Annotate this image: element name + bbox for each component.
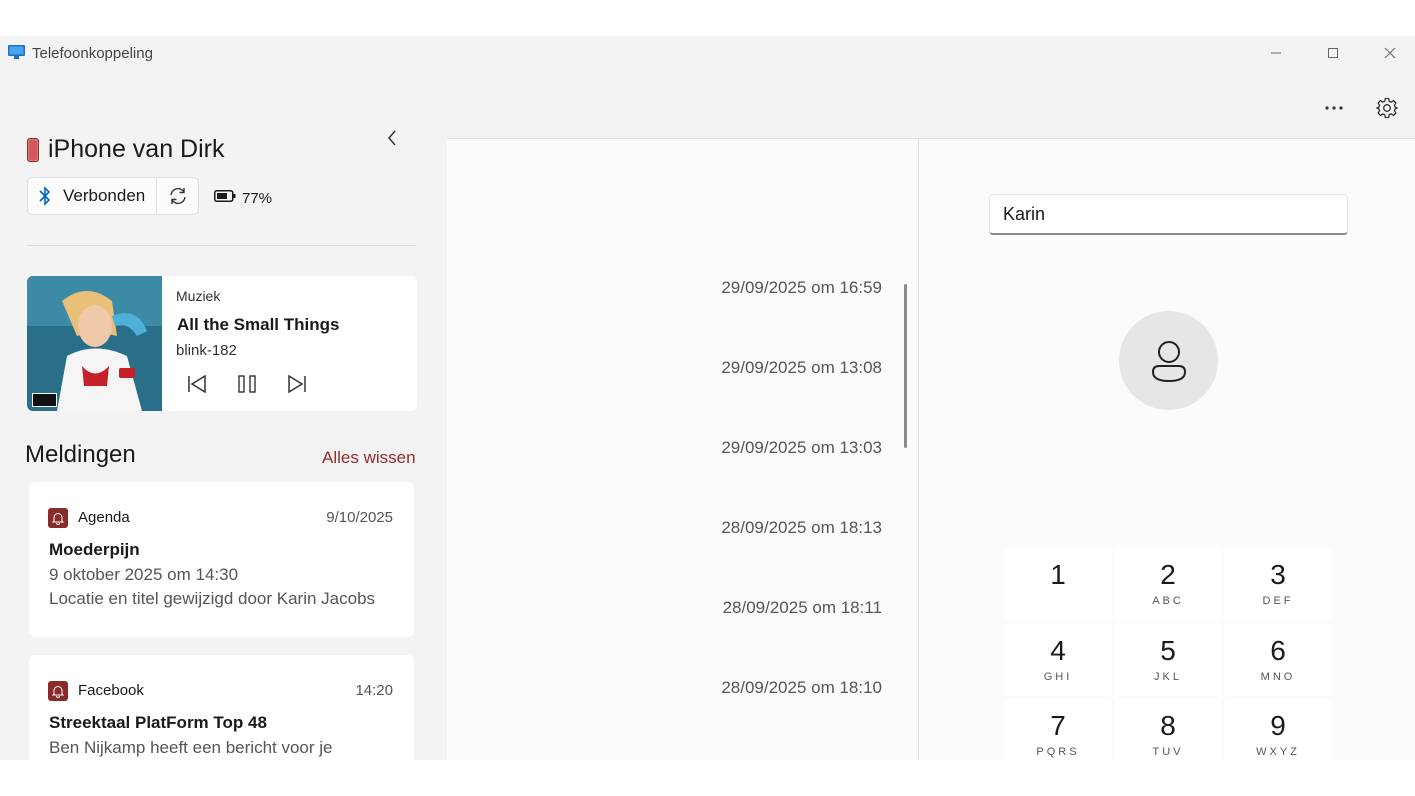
notification-body: 9 oktober 2025 om 14:30 Locatie en titel…	[49, 565, 376, 608]
gear-icon	[1376, 97, 1398, 119]
call-history-list: 29/09/2025 om 16:59 29/09/2025 om 13:08 …	[447, 139, 918, 760]
bell-icon	[48, 681, 68, 701]
notification-time: 9/10/2025	[326, 509, 393, 526]
dial-key-1[interactable]: 1	[1004, 548, 1112, 620]
maximize-button[interactable]	[1310, 38, 1356, 68]
dial-key-9[interactable]: 9 WXYZ	[1224, 699, 1332, 760]
close-icon	[1384, 47, 1396, 59]
sync-button[interactable]	[157, 178, 198, 214]
dial-key-digit: 1	[1050, 559, 1066, 590]
avatar	[1119, 311, 1218, 410]
dial-key-letters: JKL	[1154, 671, 1182, 683]
connection-status-label: Verbonden	[63, 186, 146, 205]
dial-key-letters: MNO	[1260, 671, 1296, 683]
dial-key-8[interactable]: 8 TUV	[1114, 699, 1222, 760]
call-history-item[interactable]: 29/09/2025 om 13:03	[721, 438, 882, 458]
divider	[27, 245, 416, 246]
dial-key-digit: 3	[1270, 559, 1286, 590]
dial-key-7[interactable]: 7 PQRS	[1004, 699, 1112, 760]
minimize-button[interactable]	[1253, 38, 1299, 68]
pause-button[interactable]	[232, 372, 262, 396]
dial-key-letters: WXYZ	[1256, 746, 1300, 758]
close-button[interactable]	[1367, 38, 1413, 68]
notification-card[interactable]: Agenda 9/10/2025 Moederpijn 9 oktober 20…	[29, 482, 414, 637]
dial-key-6[interactable]: 6 MNO	[1224, 624, 1332, 696]
connection-status-button[interactable]: Verbonden	[28, 178, 158, 214]
bell-icon	[48, 508, 68, 528]
notification-app-name: Facebook	[78, 682, 144, 699]
dial-key-digit: 2	[1160, 559, 1176, 590]
dial-key-3[interactable]: 3 DEF	[1224, 548, 1332, 620]
call-history-item[interactable]: 28/09/2025 om 18:10	[721, 678, 882, 698]
previous-track-button[interactable]	[182, 372, 212, 396]
dial-key-digit: 7	[1050, 710, 1066, 741]
title-bar: Telefoonkoppeling	[0, 36, 1415, 70]
chevron-left-icon	[388, 130, 396, 146]
device-name: iPhone van Dirk	[48, 135, 225, 163]
phone-icon	[27, 138, 39, 162]
dial-key-2[interactable]: 2 ABC	[1114, 548, 1222, 620]
more-options-button[interactable]	[1316, 96, 1352, 120]
dial-key-letters: DEF	[1262, 595, 1294, 607]
pause-icon	[238, 375, 256, 393]
media-player-card: Muziek All the Small Things blink-182	[27, 276, 417, 411]
more-icon	[1325, 106, 1343, 110]
dial-key-letters: GHI	[1043, 671, 1073, 683]
notification-title: Moederpijn	[49, 540, 140, 559]
dial-key-digit: 4	[1050, 635, 1066, 666]
call-history-item[interactable]: 28/09/2025 om 18:11	[723, 598, 882, 618]
dial-key-digit: 6	[1270, 635, 1286, 666]
maximize-icon	[1328, 48, 1338, 58]
notification-time: 14:20	[355, 682, 393, 699]
person-icon	[1151, 340, 1186, 382]
scrollbar[interactable]	[904, 284, 907, 448]
media-track-title: All the Small Things	[177, 315, 340, 334]
dial-key-letters: TUV	[1152, 746, 1184, 758]
call-history-item[interactable]: 29/09/2025 om 13:08	[721, 358, 882, 378]
album-art	[27, 276, 162, 411]
dial-key-digit: 8	[1160, 710, 1176, 741]
dial-key-digit: 5	[1160, 635, 1176, 666]
settings-button[interactable]	[1370, 94, 1404, 122]
notification-title: Streektaal PlatForm Top 48	[49, 713, 267, 732]
collapse-pane-button[interactable]	[380, 126, 404, 150]
skip-next-icon	[288, 375, 306, 393]
battery-icon	[214, 190, 236, 202]
dial-key-letters: ABC	[1152, 595, 1184, 607]
dialer-pane: 1 2 ABC 3 DEF 4 GHI 5 JKL 6 MNO 7 PQRS 8	[919, 139, 1415, 760]
app-title: Telefoonkoppeling	[32, 45, 153, 62]
connection-group: Verbonden	[27, 177, 200, 215]
dial-key-letters: PQRS	[1036, 746, 1080, 758]
notifications-heading: Meldingen	[25, 441, 136, 468]
notification-body: Ben Nijkamp heeft een bericht voor je ui…	[49, 738, 333, 757]
clear-all-link[interactable]: Alles wissen	[322, 448, 416, 468]
media-artist: blink-182	[176, 342, 237, 359]
dial-key-4[interactable]: 4 GHI	[1004, 624, 1112, 696]
call-history-item[interactable]: 29/09/2025 om 16:59	[721, 278, 882, 298]
call-history-item[interactable]: 28/09/2025 om 18:13	[721, 518, 882, 538]
battery-percentage: 77%	[242, 190, 273, 207]
phone-link-app-icon	[8, 45, 25, 59]
dial-key-digit: 9	[1270, 710, 1286, 741]
bluetooth-icon	[39, 186, 51, 206]
notification-card[interactable]: Facebook 14:20 Streektaal PlatForm Top 4…	[29, 655, 414, 760]
app-window: Telefoonkoppeling iPhone van Dirk Verbon…	[0, 36, 1415, 760]
skip-previous-icon	[188, 375, 206, 393]
contact-search-input[interactable]	[989, 194, 1348, 235]
refresh-icon	[170, 187, 186, 205]
next-track-button[interactable]	[282, 372, 312, 396]
minimize-icon	[1271, 52, 1281, 54]
left-pane: iPhone van Dirk Verbonden 77% Muziek All…	[0, 70, 447, 760]
notification-app-name: Agenda	[78, 509, 130, 526]
dial-key-5[interactable]: 5 JKL	[1114, 624, 1222, 696]
media-app-name: Muziek	[176, 288, 221, 304]
